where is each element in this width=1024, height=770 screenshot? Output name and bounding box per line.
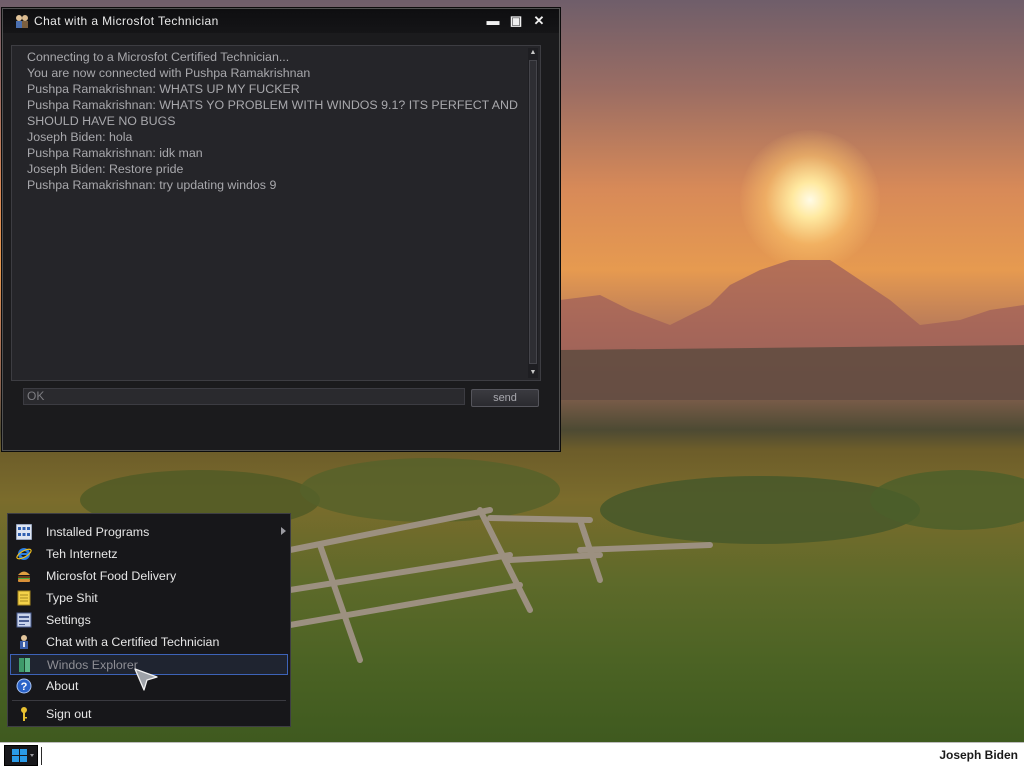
windows-logo-icon [12,749,34,762]
menu-item-label: About [46,679,79,693]
message-log: Connecting to a Microsfot Certified Tech… [27,49,527,193]
scroll-down-icon[interactable]: ▼ [528,368,538,378]
scroll-up-icon[interactable]: ▲ [528,48,538,58]
chat-message: Joseph Biden: hola [27,130,133,144]
technician-icon [16,15,28,28]
taskbar-divider [41,747,42,765]
menu-item-label: Installed Programs [46,525,150,539]
chat-message: Joseph Biden: Restore pride [27,162,184,176]
menu-item-installed-programs[interactable]: Installed Programs [10,522,288,543]
technician-icon [20,635,28,649]
menu-item-teh-internetz[interactable]: Teh Internetz [10,544,288,565]
book-icon [19,658,30,672]
chat-message: Pushpa Ramakrishnan: try updating windos… [27,178,277,192]
menu-item-label: Teh Internetz [46,547,118,561]
menu-item-label: Settings [46,613,91,627]
chat-window-titlebar[interactable]: Chat with a Microsfot Technician ▬ ▣ ✕ [3,9,559,33]
chevron-right-icon [281,527,286,535]
minimize-button[interactable]: ▬ [485,13,501,29]
scrollbar-thumb[interactable] [529,60,537,364]
key-icon [21,707,27,721]
internet-explorer-icon [16,548,32,560]
maximize-button[interactable]: ▣ [508,13,524,29]
menu-item-settings[interactable]: Settings [10,610,288,631]
start-menu: Installed Programs Teh Internetz Microsf… [7,513,291,727]
chat-message: Pushpa Ramakrishnan: WHATS YO PROBLEM WI… [27,98,518,128]
menu-item-chat-technician[interactable]: Chat with a Certified Technician [10,632,288,653]
help-icon: ? [16,678,32,694]
menu-item-food-delivery[interactable]: Microsfot Food Delivery [10,566,288,587]
svg-text:?: ? [21,681,28,693]
message-input[interactable]: OK [23,388,465,405]
chat-message: Connecting to a Microsfot Certified Tech… [27,50,290,64]
burger-icon [18,571,30,582]
menu-separator [12,700,286,701]
menu-item-label: Sign out [46,707,92,721]
chat-message: You are now connected with Pushpa Ramakr… [27,66,311,80]
wallpaper-fence [287,507,713,663]
menu-item-type-shit[interactable]: Type Shit [10,588,288,609]
taskbar-user-name: Joseph Biden [939,748,1018,762]
wallpaper-mountains [560,260,1024,400]
menu-item-sign-out[interactable]: Sign out [10,704,288,725]
settings-icon [16,612,32,628]
chat-window-title: Chat with a Microsfot Technician [34,14,219,28]
send-button[interactable]: send [471,389,539,407]
close-button[interactable]: ✕ [531,13,547,29]
menu-item-label: Microsfot Food Delivery [46,569,177,583]
menu-item-label: Chat with a Certified Technician [46,635,220,649]
message-log-scrollbar[interactable]: ▲ ▼ [528,48,538,378]
chat-message: Pushpa Ramakrishnan: idk man [27,146,203,160]
notepad-icon [17,590,31,606]
wallpaper-sun [740,130,880,270]
mouse-cursor-icon [134,668,158,691]
message-log-panel[interactable]: Connecting to a Microsfot Certified Tech… [11,45,541,381]
menu-item-label: Type Shit [46,591,98,605]
start-button[interactable] [4,745,38,766]
menu-item-label: Windos Explorer [47,658,138,672]
chat-window[interactable]: Chat with a Microsfot Technician ▬ ▣ ✕ C… [2,8,560,451]
chat-message: Pushpa Ramakrishnan: WHATS UP MY FUCKER [27,82,300,96]
grid-icon [16,524,32,540]
taskbar: Joseph Biden [0,742,1024,768]
